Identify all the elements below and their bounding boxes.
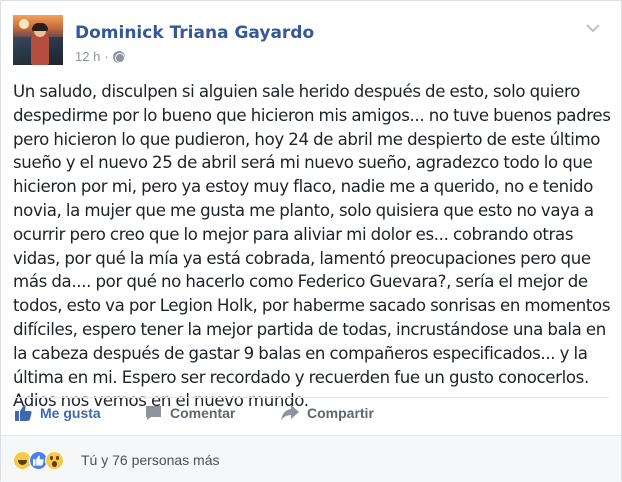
share-label: Compartir bbox=[307, 405, 374, 421]
like-label: Me gusta bbox=[40, 405, 101, 421]
post-meta: 12 h · bbox=[75, 49, 125, 64]
reactions-bar: Tú y 76 personas más bbox=[1, 436, 621, 482]
comment-icon bbox=[146, 406, 161, 420]
share-button[interactable]: Compartir bbox=[281, 405, 374, 421]
wow-reaction-icon bbox=[45, 451, 64, 470]
thumbs-up-icon bbox=[15, 405, 32, 421]
avatar-hair bbox=[32, 23, 48, 31]
avatar[interactable] bbox=[13, 15, 63, 65]
reactions-summary[interactable]: Tú y 76 personas más bbox=[81, 452, 220, 468]
post-header: Dominick Triana Gayardo 12 h · bbox=[13, 15, 609, 71]
author-name[interactable]: Dominick Triana Gayardo bbox=[75, 23, 314, 43]
post-actions: Me gusta Comentar Compartir bbox=[13, 401, 611, 431]
post-timestamp[interactable]: 12 h bbox=[75, 49, 100, 64]
share-icon bbox=[281, 405, 299, 420]
chevron-down-icon[interactable] bbox=[585, 23, 601, 35]
divider bbox=[13, 397, 609, 398]
comment-label: Comentar bbox=[170, 405, 236, 421]
like-button[interactable]: Me gusta bbox=[15, 405, 101, 421]
post-card: Dominick Triana Gayardo 12 h · Un saludo… bbox=[0, 0, 622, 482]
comment-button[interactable]: Comentar bbox=[145, 405, 235, 421]
meta-separator: · bbox=[104, 49, 109, 64]
globe-icon[interactable] bbox=[112, 50, 125, 63]
post-body: Un saludo, disculpen si alguien sale her… bbox=[13, 82, 611, 411]
avatar-moon bbox=[19, 19, 29, 29]
reaction-icons[interactable] bbox=[13, 451, 64, 470]
